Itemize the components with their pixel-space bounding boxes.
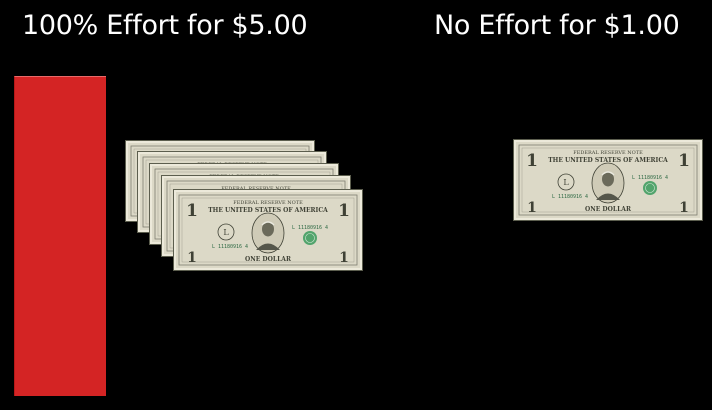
svg-text:L: L	[223, 228, 229, 237]
svg-text:L 11180916 4: L 11180916 4	[212, 244, 248, 250]
svg-text:1: 1	[678, 151, 690, 171]
svg-text:1: 1	[186, 201, 198, 221]
svg-text:1: 1	[527, 200, 537, 216]
one-dollar-bill-icon: FEDERAL RESERVE NOTETHE UNITED STATES OF…	[174, 190, 362, 270]
svg-text:1: 1	[338, 201, 350, 221]
option-title-right: No Effort for $1.00	[434, 10, 680, 41]
svg-text:L 11180916 4: L 11180916 4	[552, 194, 588, 200]
svg-text:1: 1	[679, 200, 689, 216]
svg-text:1: 1	[526, 151, 538, 171]
svg-text:FEDERAL RESERVE NOTE: FEDERAL RESERVE NOTE	[233, 200, 303, 206]
svg-text:ONE DOLLAR: ONE DOLLAR	[585, 206, 632, 213]
svg-text:ONE DOLLAR: ONE DOLLAR	[245, 256, 292, 263]
one-dollar-bill-icon: FEDERAL RESERVE NOTETHE UNITED STATES OF…	[514, 140, 702, 220]
svg-text:L 11180916 4: L 11180916 4	[632, 175, 668, 181]
svg-text:L: L	[563, 178, 569, 187]
effort-bar	[14, 76, 106, 396]
option-title-left: 100% Effort for $5.00	[22, 10, 308, 41]
svg-text:L 11180916 4: L 11180916 4	[292, 225, 328, 231]
svg-text:1: 1	[339, 250, 349, 266]
svg-text:1: 1	[187, 250, 197, 266]
svg-text:FEDERAL RESERVE NOTE: FEDERAL RESERVE NOTE	[573, 150, 643, 156]
